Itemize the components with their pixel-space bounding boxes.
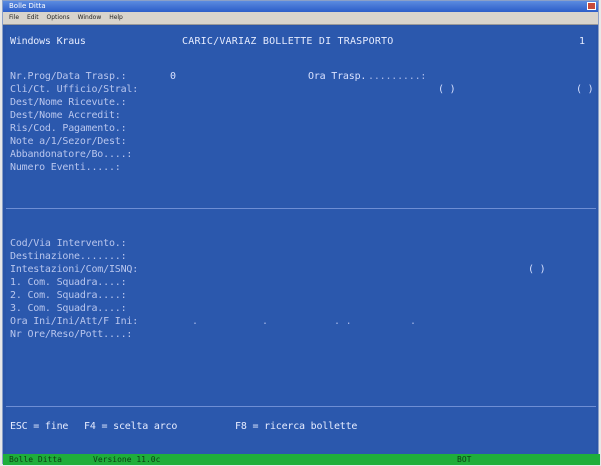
function-key-bar: ESC = fine F4 = scelta arco F8 = ricerca…: [10, 421, 357, 432]
field-label-note: Note a/1/Sezor/Dest:: [10, 136, 127, 147]
paren-field-1[interactable]: ( ): [438, 84, 456, 95]
menu-item-options[interactable]: Options: [47, 14, 70, 21]
field-label-cliente: Cli/Ct. Ufficio/Stral:: [10, 84, 139, 95]
field-label-numero-eventi: Numero Eventi.....:: [10, 162, 121, 173]
time-field-4[interactable]: .: [410, 316, 416, 327]
ora-trasp-label: Ora Trasp.: [308, 71, 367, 82]
paren-field-3[interactable]: ( ): [528, 264, 546, 275]
section-divider-1: [6, 208, 596, 209]
status-mode: BOT: [457, 455, 472, 464]
field-label-ora-ini: Ora Ini/Ini/Att/F Ini:: [10, 316, 139, 327]
header-user: Windows Kraus: [10, 36, 86, 47]
fkey-f4[interactable]: F4 = scelta arco: [84, 421, 177, 432]
field-label-pagamento: Ris/Cod. Pagamento.:: [10, 123, 127, 134]
field-label-squadra-3: 3. Com. Squadra....:: [10, 303, 127, 314]
menu-item-file[interactable]: File: [9, 14, 19, 21]
page-number: 1: [579, 36, 585, 47]
page-title: CARIC/VARIAZ BOLLETTE DI TRASPORTO: [182, 36, 394, 47]
menu-bar: File Edit Options Window Help: [3, 12, 598, 25]
menu-item-window[interactable]: Window: [78, 14, 102, 21]
title-bar: Bolle Ditta: [3, 1, 598, 12]
status-version: Versione 11.0c: [93, 455, 161, 464]
field-label-dest-ricevute: Dest/Nome Ricevute.:: [10, 97, 127, 108]
field-label-destinazione: Destinazione.......:: [10, 251, 127, 262]
menu-item-help[interactable]: Help: [109, 14, 123, 21]
field-label-abbandonatore: Abbandonatore/Bo....:: [10, 149, 133, 160]
field-label-prog-data: Nr.Prog/Data Trasp.:: [10, 71, 127, 82]
menu-item-edit[interactable]: Edit: [27, 14, 39, 21]
section-divider-2: [6, 406, 596, 407]
time-field-2[interactable]: .: [262, 316, 268, 327]
window-title: Bolle Ditta: [9, 2, 46, 10]
paren-field-2[interactable]: ( ): [576, 84, 594, 95]
field-label-nr-ore: Nr Ore/Reso/Pott....:: [10, 329, 133, 340]
field-label-intervento: Cod/Via Intervento.:: [10, 238, 127, 249]
field-label-squadra-1: 1. Com. Squadra....:: [10, 277, 127, 288]
field-label-dest-accredit: Dest/Nome Accredit:: [10, 110, 121, 121]
time-field-1[interactable]: .: [192, 316, 198, 327]
time-field-3[interactable]: . .: [334, 316, 352, 327]
status-bar: Bolle Ditta Versione 11.0c BOT: [3, 454, 600, 465]
ora-trasp-field[interactable]: .........:: [368, 71, 426, 82]
close-icon[interactable]: [587, 2, 596, 10]
app-window: Bolle Ditta File Edit Options Window Hel…: [2, 0, 600, 465]
field-label-intestazioni: Intestazioni/Com/ISNQ:: [10, 264, 139, 275]
fkey-esc[interactable]: ESC = fine: [10, 421, 68, 432]
terminal-screen: Windows Kraus CARIC/VARIAZ BOLLETTE DI T…: [6, 26, 596, 461]
prog-value-field[interactable]: 0: [170, 71, 176, 82]
field-label-squadra-2: 2. Com. Squadra....:: [10, 290, 127, 301]
status-app-name: Bolle Ditta: [9, 455, 62, 464]
fkey-f8[interactable]: F8 = ricerca bollette: [235, 421, 357, 432]
